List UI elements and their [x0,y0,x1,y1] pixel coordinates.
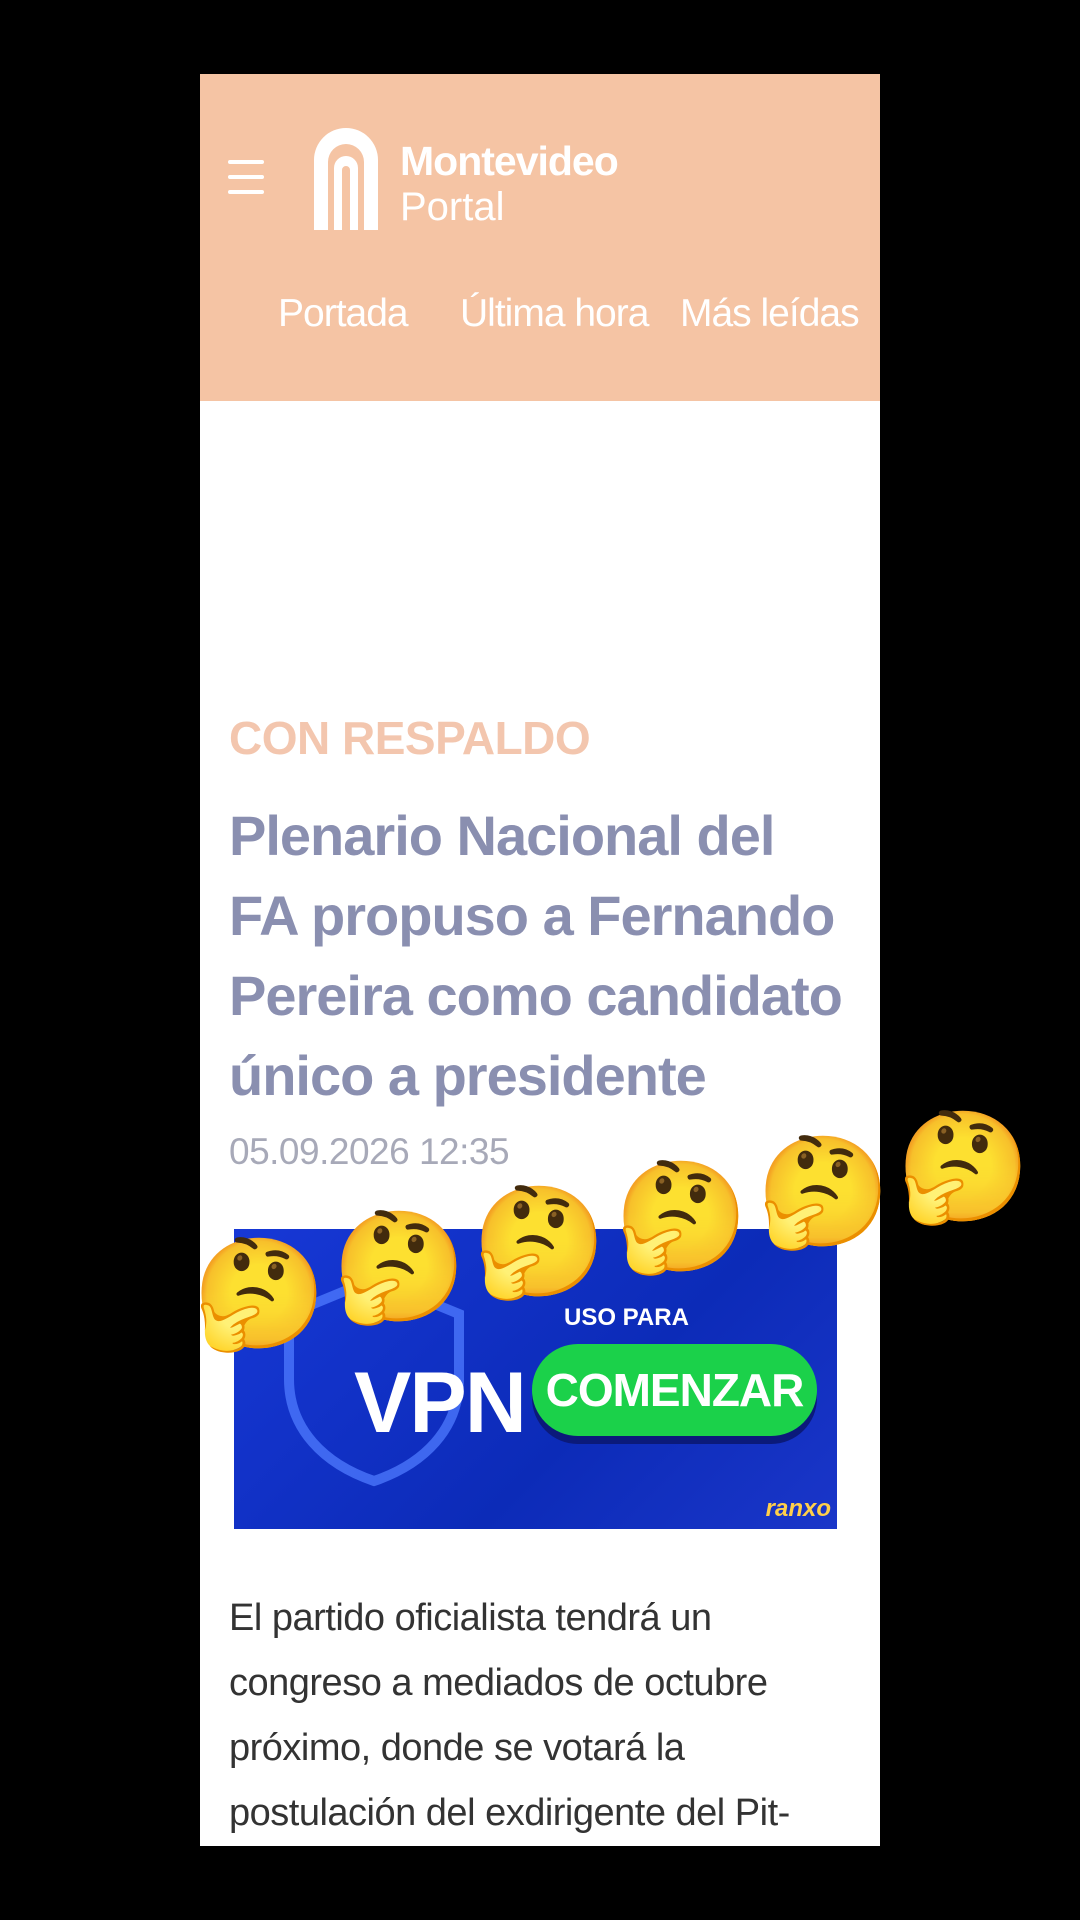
logo-wordmark: Montevideo Portal [400,138,619,230]
article-lead: El partido oficialista tendrá un congres… [229,1597,790,1834]
logo-arch-icon [314,128,378,230]
nav-item-portada[interactable]: Portada [278,292,409,336]
phone-screen: Montevideo Portal Portada Última hora Má… [200,74,880,1846]
ad-headline: VPN [354,1355,527,1451]
thinking-face-emoji: 🤔 [332,1206,467,1327]
hamburger-menu-icon[interactable] [228,152,264,202]
thinking-face-emoji: 🤔 [472,1181,607,1302]
nav-item-mas-leidas[interactable]: Más leídas [680,292,860,336]
logo-line-1: Montevideo [400,138,619,184]
article-date: 05.09.2026 12:35 [229,1131,510,1172]
ad-small-text: USO PARA [564,1304,689,1331]
logo-line-2: Portal [400,185,505,229]
article-kicker: CON RESPALDO [229,712,591,764]
site-logo[interactable]: Montevideo Portal [310,116,619,236]
ad-cta-button[interactable]: COMENZAR [532,1344,817,1436]
ad-brand-logo: ranxo [765,1495,831,1522]
thinking-face-emoji: 🤔 [896,1106,1031,1227]
thinking-face-emoji: 🤔 [614,1156,749,1277]
article-title[interactable]: Plenario Nacional del FA propuso a Ferna… [229,796,849,1116]
section-nav: Portada Última hora Más leídas [200,292,880,362]
site-header: Montevideo Portal Portada Última hora Má… [200,74,880,401]
thinking-face-emoji: 🤔 [756,1131,891,1252]
thinking-face-emoji: 🤔 [192,1233,327,1354]
nav-item-ultima-hora[interactable]: Última hora [460,292,649,336]
